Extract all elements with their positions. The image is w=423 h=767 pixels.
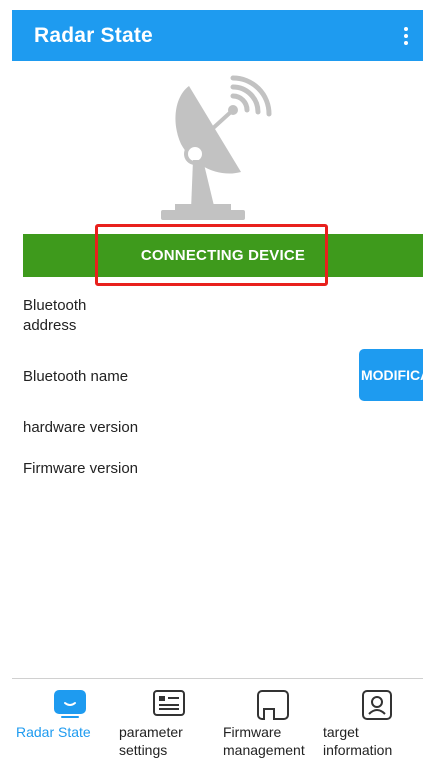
nav-label-target-information: target information <box>323 724 393 758</box>
nav-label-radar-state: Radar State <box>16 724 91 740</box>
app-title: Radar State <box>34 23 153 47</box>
firmware-management-icon <box>256 689 290 726</box>
firmware-version-label: Firmware version <box>23 460 139 477</box>
app-bar: Radar State <box>12 10 423 61</box>
radar-state-icon <box>53 689 87 724</box>
app-screen: Radar State CONNECTING DEVICE Bluetooth … <box>12 0 423 767</box>
target-information-icon <box>361 689 393 726</box>
connecting-device-button[interactable]: CONNECTING DEVICE <box>23 234 423 277</box>
nav-label-firmware-management: Firmware management <box>223 724 305 758</box>
bottom-navigation: Radar State parameter settings Firmware … <box>12 678 423 767</box>
nav-label-parameter-settings: parameter settings <box>119 724 183 758</box>
bluetooth-address-label: Bluetooth address <box>23 297 87 334</box>
radar-dish-icon <box>137 74 297 226</box>
bluetooth-name-label: Bluetooth name <box>23 368 129 385</box>
more-vert-icon[interactable] <box>399 22 413 50</box>
modification-button[interactable]: MODIFICATION <box>359 349 423 401</box>
parameter-settings-icon <box>152 689 186 724</box>
hardware-version-label: hardware version <box>23 419 139 436</box>
